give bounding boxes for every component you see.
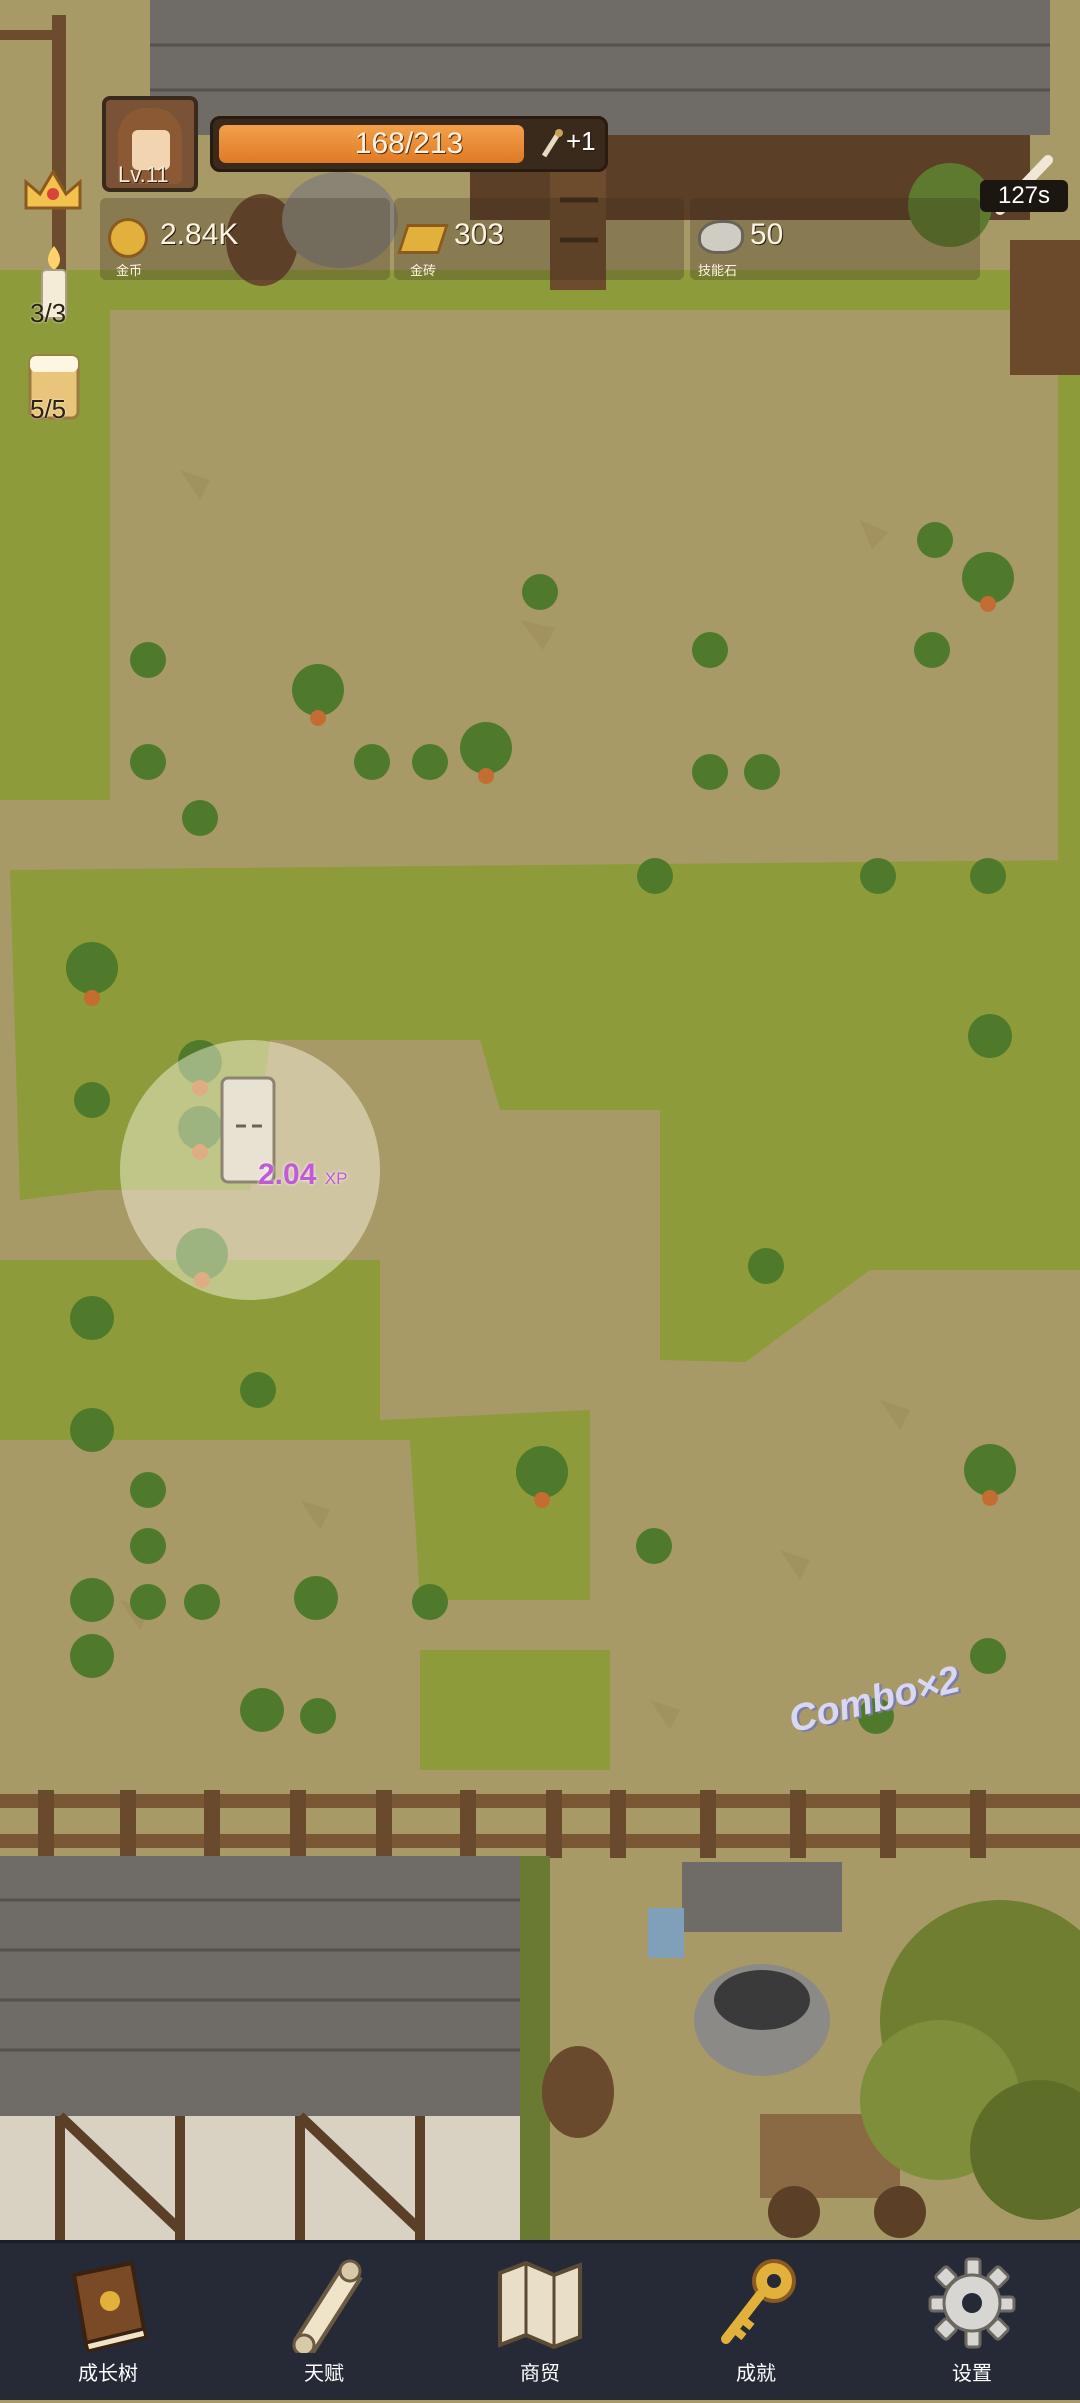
skill-stone-panel[interactable]: 50 技能石 [690,198,980,280]
gear-icon [924,2253,1020,2353]
nav-item-achievement[interactable]: 成就 [676,2243,836,2403]
nav-label-trade: 商贸 [520,2363,560,2385]
gold-label: 金币 [116,263,143,278]
scroll-icon [276,2253,372,2357]
xp-plus-icon [540,128,564,158]
gold-panel[interactable]: 2.84K 金币 [100,198,390,280]
crown-icon[interactable] [20,160,86,220]
gold-value: 2.84K [160,218,239,251]
skill-stone-icon [698,220,744,254]
skill-stone-label: 技能石 [698,263,738,278]
timer-badge: 127s [980,180,1068,212]
book-icon [60,2253,156,2353]
candle-counter: 3/3 [30,298,67,328]
player-level: Lv.11 [118,162,169,187]
floating-xp-unit: XP [324,1169,348,1188]
nav-label-settings: 设置 [952,2363,992,2385]
floating-xp-amount: 2.04 [258,1158,317,1191]
map-icon [492,2253,588,2353]
bottom-nav: 成长树 天赋 商贸 成就 设置 [0,2240,1080,2400]
floating-xp-text: 2.04 XP [258,1158,347,1192]
nav-item-settings[interactable]: 设置 [892,2243,1052,2403]
skill-stone-value: 50 [750,218,784,251]
nav-item-trade[interactable]: 商贸 [460,2243,620,2403]
gold-bar-label: 金砖 [410,263,437,278]
gold-coin-icon [108,218,148,258]
nav-item-talent[interactable]: 天赋 [244,2243,404,2403]
nav-label-growth-tree: 成长树 [78,2363,138,2385]
key-icon [708,2253,804,2353]
farm-scene[interactable] [0,0,1080,2240]
gold-bar-value: 303 [454,218,505,251]
nav-label-talent: 天赋 [304,2363,344,2385]
gold-bar-icon [397,224,449,254]
xp-plus-text: +1 [566,126,596,156]
beer-counter: 5/5 [30,394,67,424]
nav-label-achievement: 成就 [736,2363,776,2385]
nav-item-growth-tree[interactable]: 成长树 [28,2243,188,2403]
gold-bar-panel[interactable]: 303 金砖 [394,198,684,280]
